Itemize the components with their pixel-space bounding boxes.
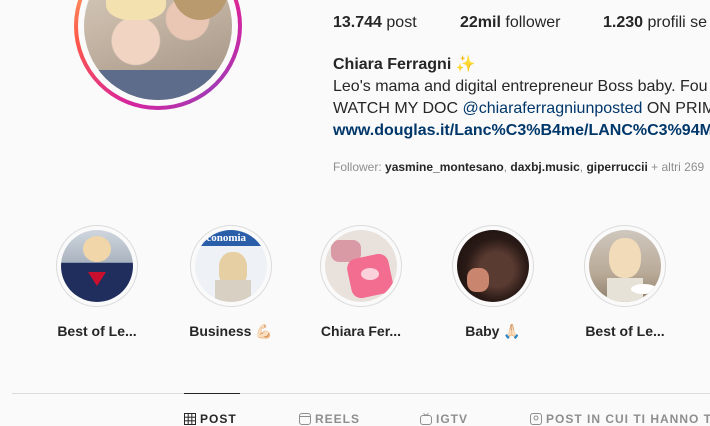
highlight-ring [320,225,402,307]
highlight-ring [452,225,534,307]
tagged-icon [530,413,542,425]
highlight-item[interactable]: Chiara Fer... [286,225,436,339]
tabs-divider [12,393,710,394]
profile-name: Chiara Ferragni ✨ [333,56,476,73]
highlight-ring [584,225,666,307]
tab-posts[interactable]: POST [184,412,237,426]
highlight-label: Business 💪🏻 [189,323,273,339]
profile-bio: Chiara Ferragni ✨ Leo's mama and digital… [333,54,710,142]
highlight-cover [457,230,529,302]
highlight-cover [61,230,133,302]
reels-icon [299,413,311,425]
highlight-ring: Economia [190,225,272,307]
grid-icon [184,413,196,425]
bio-line-2: WATCH MY DOC @chiaraferragniunposted ON … [333,100,710,117]
highlight-cover [589,230,661,302]
highlight-ring [56,225,138,307]
followed-by[interactable]: Follower: yasmine_montesano, daxbj.music… [333,160,704,174]
highlight-cover [325,230,397,302]
highlight-label: Best of Le... [57,323,137,339]
avatar-image [84,0,232,100]
highlight-label: Best of Le... [585,323,665,339]
highlight-item[interactable]: Best of Le... [22,225,172,339]
highlight-label: Chiara Fer... [320,323,402,339]
mention-link[interactable]: @chiaraferragniunposted [462,100,642,117]
posts-stat: 13.744 post [333,14,417,31]
bio-line-1: Leo's mama and digital entrepreneur Boss… [333,78,708,95]
tab-reels[interactable]: REELS [299,412,360,426]
highlight-item[interactable]: Economia Business 💪🏻 [156,225,306,340]
igtv-icon [420,413,432,425]
following-stat[interactable]: 1.230 profili se [603,14,707,32]
highlight-item[interactable]: Baby 🙏🏻 [418,225,568,340]
tab-igtv[interactable]: IGTV [420,412,468,426]
profile-avatar[interactable] [74,0,242,110]
highlight-item[interactable]: Best of Le... [550,225,700,339]
highlight-cover: Economia [195,230,267,302]
followers-stat[interactable]: 22mil follower [460,14,561,32]
highlight-label: Baby 🙏🏻 [465,323,521,339]
website-link[interactable]: www.douglas.it/Lanc%C3%B4me/LANC%C3%94M [333,120,710,142]
tab-tagged[interactable]: POST IN CUI TI HANNO T [530,412,710,426]
active-tab-indicator [184,393,240,394]
